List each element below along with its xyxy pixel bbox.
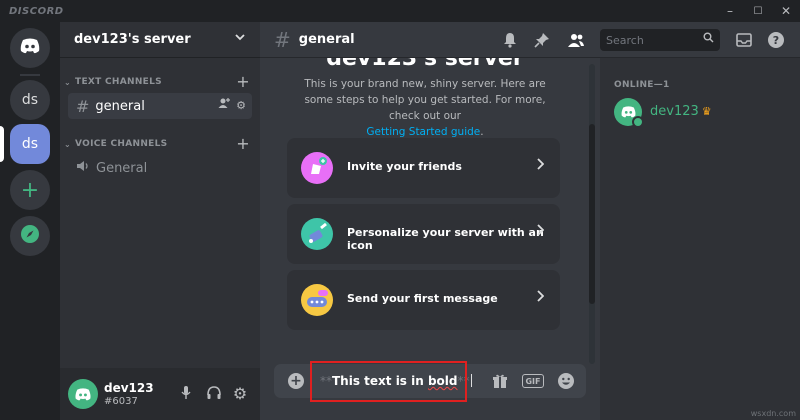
server-name: dev123's server: [74, 32, 191, 47]
discord-logo-icon: [19, 38, 41, 58]
category-text-channels[interactable]: ⌄ TEXT CHANNELS +: [64, 72, 254, 91]
message-icon: [301, 284, 333, 316]
card-label: Personalize your server with an icon: [347, 226, 544, 252]
text-channel-icon: #: [274, 27, 291, 52]
category-collapse-icon: ⌄: [64, 77, 72, 87]
welcome-intro: This is your brand new, shiny server. He…: [290, 76, 560, 140]
crown-icon: ♛: [701, 105, 712, 118]
category-voice-channels[interactable]: ⌄ VOICE CHANNELS +: [64, 134, 254, 153]
server-icon-ds[interactable]: ds: [10, 80, 50, 120]
minimize-button[interactable]: –: [716, 0, 744, 22]
channel-general[interactable]: # general ⚙: [68, 93, 252, 119]
search-icon: [703, 32, 714, 46]
card-label: Send your first message: [347, 292, 498, 305]
member-list-icon[interactable]: [566, 30, 586, 50]
send-first-message-card[interactable]: Send your first message: [287, 270, 560, 330]
online-status-icon: [632, 116, 644, 128]
invite-user-icon[interactable]: [218, 98, 234, 112]
invite-icon: [301, 152, 333, 184]
microphone-icon[interactable]: [176, 383, 196, 403]
server-icon-ds-active[interactable]: ds: [10, 124, 50, 164]
user-settings-gear-icon[interactable]: ⚙: [230, 383, 250, 403]
title-bar: DISCORD – ☐ ✕: [0, 0, 800, 22]
svg-text:?: ?: [773, 34, 779, 47]
active-server-indicator: [0, 126, 4, 162]
member-group-header: ONLINE—1: [614, 80, 670, 90]
user-discriminator: #6037: [104, 396, 138, 407]
channel-header: # general Search ?: [260, 22, 800, 58]
category-label: VOICE CHANNELS: [75, 139, 168, 149]
server-header[interactable]: dev123's server: [60, 22, 260, 58]
pin-icon[interactable]: [532, 30, 552, 50]
personalize-server-card[interactable]: Personalize your server with an icon: [287, 204, 560, 264]
add-channel-icon[interactable]: +: [236, 134, 250, 153]
server-rail: ds ds +: [0, 22, 60, 420]
explore-servers-button[interactable]: [10, 216, 50, 256]
channel-sidebar: dev123's server ⌄ TEXT CHANNELS + # gene…: [60, 22, 260, 420]
brush-icon: [301, 218, 333, 250]
add-channel-icon[interactable]: +: [236, 72, 250, 91]
search-placeholder: Search: [606, 33, 644, 47]
gift-icon[interactable]: [490, 372, 510, 390]
chevron-right-icon: [536, 290, 545, 306]
invite-friends-card[interactable]: Invite your friends: [287, 138, 560, 198]
scrollbar[interactable]: [589, 64, 595, 364]
user-panel: dev123 #6037 ⚙: [60, 368, 260, 420]
intro-link-suffix: .: [480, 126, 484, 138]
home-button[interactable]: [10, 28, 50, 68]
inbox-icon[interactable]: [734, 30, 754, 50]
text-channel-icon: #: [76, 96, 90, 116]
main-content: dev123's server This is your brand new, …: [260, 22, 600, 420]
member-item[interactable]: dev123 ♛: [650, 104, 712, 119]
category-label: TEXT CHANNELS: [75, 77, 162, 87]
avatar[interactable]: [68, 379, 98, 409]
scrollbar-thumb[interactable]: [589, 124, 595, 304]
close-button[interactable]: ✕: [772, 0, 800, 22]
bell-icon[interactable]: [500, 30, 520, 50]
speaker-icon: [76, 160, 90, 176]
member-name: dev123: [650, 104, 699, 119]
text-caret: [470, 374, 472, 387]
channel-title: general: [298, 32, 355, 47]
channel-label: general: [95, 98, 145, 114]
intro-text: This is your brand new, shiny server. He…: [304, 78, 546, 122]
category-collapse-icon: ⌄: [64, 139, 72, 149]
channel-voice-general[interactable]: General: [68, 155, 252, 181]
username: dev123: [104, 381, 154, 395]
gif-button[interactable]: GIF: [522, 374, 544, 388]
gear-icon[interactable]: ⚙: [236, 99, 246, 112]
maximize-button[interactable]: ☐: [744, 0, 772, 22]
chevron-right-icon: [536, 158, 545, 174]
getting-started-link[interactable]: Getting Started guide: [366, 126, 480, 138]
chevron-right-icon: [536, 224, 545, 240]
member-list: ONLINE—1 dev123 ♛: [600, 58, 800, 420]
card-label: Invite your friends: [347, 160, 462, 173]
watermark: wsxdn.com: [750, 409, 796, 418]
channel-tools: ⚙: [218, 97, 246, 112]
help-icon[interactable]: ?: [766, 30, 786, 50]
attach-plus-icon[interactable]: +: [288, 373, 304, 389]
compass-icon: [20, 224, 40, 248]
headphones-icon[interactable]: [204, 383, 224, 403]
search-input[interactable]: Search: [600, 29, 720, 51]
rail-divider: [20, 74, 40, 76]
add-server-icon[interactable]: +: [10, 170, 50, 210]
annotation-highlight-box: [310, 361, 467, 402]
chevron-down-icon[interactable]: [234, 31, 246, 46]
emoji-icon[interactable]: [556, 372, 576, 390]
channel-label: General: [96, 160, 148, 176]
app-brand: DISCORD: [9, 5, 64, 17]
